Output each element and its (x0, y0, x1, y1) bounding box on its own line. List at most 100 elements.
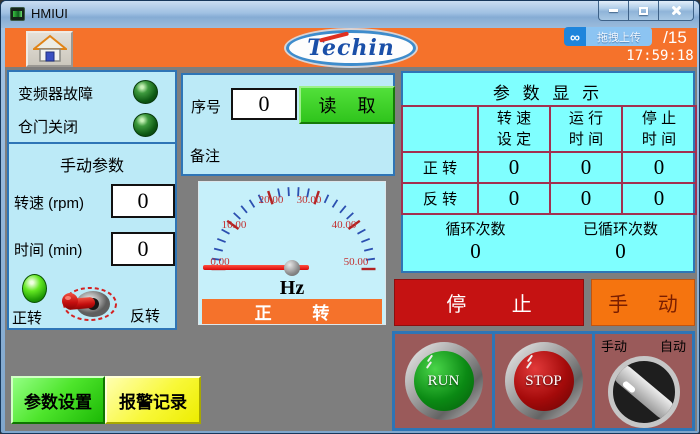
inverter-fault-led (133, 80, 158, 104)
upload-share-icon[interactable]: ∞ (564, 27, 586, 46)
read-button[interactable]: 读 取 (299, 86, 395, 124)
col-header-line: 转 速 (479, 108, 549, 129)
dome-highlight (525, 361, 531, 369)
forward-direction-led (22, 274, 47, 303)
cell-value: 0 (622, 152, 696, 183)
close-button[interactable] (658, 1, 694, 21)
reverse-label: 反转 (130, 305, 160, 326)
cycle-count-block: 循环次数 0 (403, 215, 548, 271)
cell-value: 0 (550, 152, 622, 183)
selector-manual-label: 手动 (601, 336, 627, 355)
col-header-line: 设 定 (479, 129, 549, 150)
upload-badge[interactable]: 拖拽上传 (586, 27, 652, 46)
minimize-button[interactable] (598, 1, 629, 21)
table-corner-cell (402, 106, 478, 152)
table-row: 正 转 0 0 0 (402, 152, 696, 183)
brand-logo: Techin (286, 30, 416, 66)
gauge-tick-label: 20.00 (253, 194, 289, 206)
col-header-line: 运 行 (551, 108, 621, 129)
parameter-display-title: 参 数 显 示 (403, 79, 693, 104)
stop-push-button[interactable]: STOP (505, 342, 583, 420)
minimize-icon (609, 9, 618, 12)
door-closed-led (133, 113, 158, 137)
maximize-icon (639, 7, 648, 15)
cycled-count-value: 0 (615, 239, 626, 264)
caption-buttons (598, 1, 694, 21)
cycle-counters: 循环次数 0 已循环次数 0 (403, 215, 693, 271)
gauge-tick-label: 10.00 (216, 219, 252, 231)
cell-value: 0 (478, 152, 550, 183)
stop-cell: STOP (492, 334, 592, 428)
alarm-record-button[interactable]: 报警记录 (105, 376, 201, 424)
dome-highlight (425, 361, 431, 369)
selector-labels: 手动 自动 (595, 334, 692, 355)
record-panel: 序号 读 取 备注 (181, 73, 395, 176)
cycled-count-label: 已循环次数 (583, 218, 658, 239)
cycle-count-value: 0 (470, 239, 481, 264)
row-label-forward: 正 转 (402, 152, 478, 183)
time-label: 时间 (min) (14, 239, 82, 260)
page-indicator: /15 (652, 27, 698, 49)
status-row-door-closed: 仓门关闭 (9, 109, 175, 142)
window-title: HMIUI (31, 6, 68, 21)
maximize-button[interactable] (629, 1, 658, 21)
direction-toggle-switch[interactable] (59, 286, 117, 322)
inverter-fault-label: 变频器故障 (18, 83, 93, 104)
manual-panel-title: 手动参数 (9, 152, 175, 176)
title-bar: HMIUI (1, 1, 700, 28)
gauge-direction-bar: 正 转 (202, 299, 382, 324)
gauge-tick-label: 40.00 (326, 219, 362, 231)
table-row: 反 转 0 0 0 (402, 183, 696, 214)
stop-command-button[interactable]: 停 止 (394, 279, 584, 326)
clock: 17:59:18 (623, 48, 697, 66)
col-header-runtime: 运 行 时 间 (550, 106, 622, 152)
mode-manual-button[interactable]: 手 动 (591, 279, 695, 326)
note-label: 备注 (190, 145, 220, 166)
pushbutton-panel: RUN STOP 手动 自动 (392, 331, 695, 431)
hmi-window: HMIUI Techin ∞ 拖拽上传 /15 17:59:18 变频器故障 仓… (0, 0, 700, 434)
gauge-tick-label: 50.00 (338, 256, 374, 268)
status-row-inverter-fault: 变频器故障 (9, 76, 175, 109)
col-header-speed: 转 速 设 定 (478, 106, 550, 152)
run-button-label: RUN (428, 373, 460, 390)
mode-selector-knob[interactable] (608, 356, 680, 428)
cell-value: 0 (622, 183, 696, 214)
col-header-stoptime: 停 止 时 间 (622, 106, 696, 152)
run-button-dome: RUN (414, 351, 474, 411)
stop-button-label: STOP (525, 373, 561, 390)
col-header-line: 停 止 (623, 108, 695, 129)
speed-label: 转速 (rpm) (14, 192, 84, 213)
parameter-display-panel: 参 数 显 示 转 速 设 定 运 行 时 间 停 止 时 间 正 转 (401, 71, 695, 273)
serial-input[interactable] (231, 88, 297, 120)
run-push-button[interactable]: RUN (405, 342, 483, 420)
selector-auto-label: 自动 (660, 336, 686, 355)
door-closed-label: 仓门关闭 (18, 116, 78, 137)
gauge-tick-label: 30.00 (291, 194, 327, 206)
col-header-line: 时 间 (551, 129, 621, 150)
parameter-settings-button[interactable]: 参数设置 (11, 376, 105, 424)
status-panel: 变频器故障 仓门关闭 (7, 70, 177, 144)
time-input[interactable] (111, 232, 175, 266)
run-cell: RUN (395, 334, 492, 428)
home-button[interactable] (26, 31, 73, 67)
cycled-count-block: 已循环次数 0 (548, 215, 693, 271)
frequency-gauge: 0.00 10.00 20.00 30.00 40.00 50.00 Hz 正 … (198, 181, 386, 325)
forward-label: 正转 (12, 307, 42, 328)
col-header-line: 时 间 (623, 129, 695, 150)
cell-value: 0 (478, 183, 550, 214)
cycle-count-label: 循环次数 (445, 218, 505, 239)
row-label-reverse: 反 转 (402, 183, 478, 214)
stop-button-dome: STOP (514, 351, 574, 411)
home-icon (33, 34, 67, 64)
knob-handle (609, 361, 677, 423)
manual-parameters-panel: 手动参数 转速 (rpm) 时间 (min) (7, 142, 177, 330)
mode-selector-cell: 手动 自动 (592, 334, 692, 428)
parameter-table: 转 速 设 定 运 行 时 间 停 止 时 间 正 转 0 0 0 反 转 (401, 105, 697, 215)
gauge-unit-label: Hz (199, 277, 385, 300)
gauge-hub (284, 260, 300, 276)
close-icon (671, 5, 682, 16)
cell-value: 0 (550, 183, 622, 214)
serial-label: 序号 (191, 96, 221, 117)
app-icon (10, 7, 25, 21)
speed-input[interactable] (111, 184, 175, 218)
